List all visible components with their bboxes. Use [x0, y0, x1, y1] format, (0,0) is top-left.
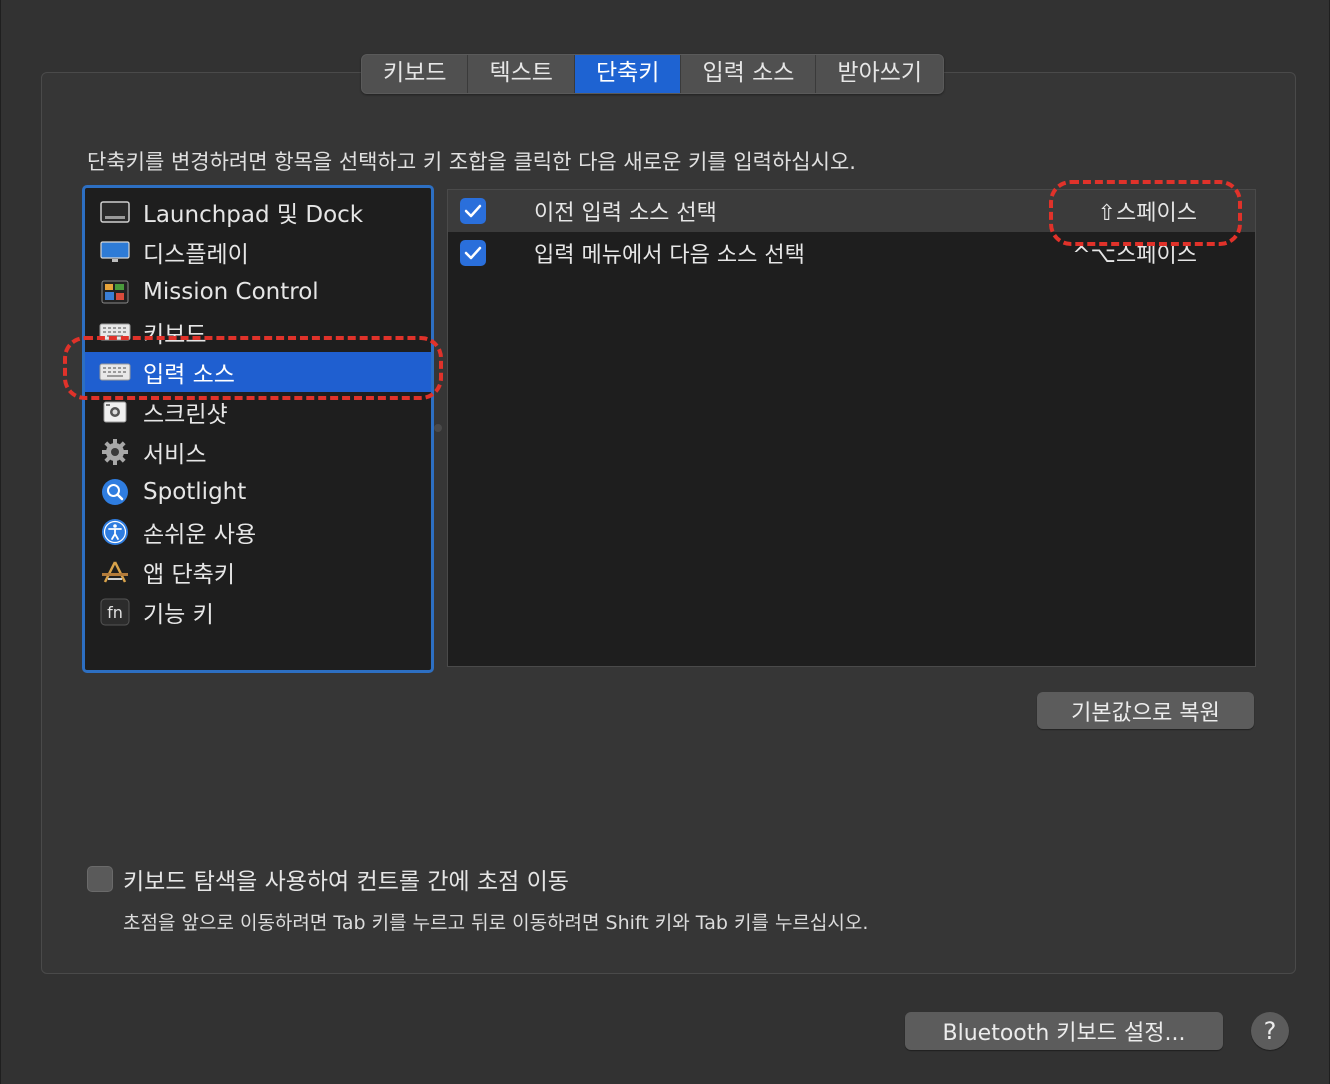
input-source-icon [99, 359, 131, 385]
screenshot-icon [99, 399, 131, 425]
help-button[interactable]: ? [1251, 1012, 1289, 1050]
restore-defaults-button[interactable]: 기본값으로 복원 [1037, 692, 1254, 729]
preferences-window: 키보드 텍스트 단축키 입력 소스 받아쓰기 단축키를 변경하려면 항목을 선택… [0, 0, 1330, 1084]
app-shortcuts-icon [99, 559, 131, 585]
launchpad-dock-icon [99, 199, 131, 225]
keyboard-icon [99, 319, 131, 345]
sidebar-item-accessibility[interactable]: 손쉬운 사용 [85, 512, 431, 552]
tab-bar: 키보드 텍스트 단축키 입력 소스 받아쓰기 [361, 54, 945, 94]
sidebar-item-spotlight[interactable]: Spotlight [85, 472, 431, 512]
sidebar-item-mission-control[interactable]: Mission Control [85, 272, 431, 312]
sidebar-item-label: 입력 소스 [143, 362, 235, 388]
sidebar-item-label: 서비스 [143, 442, 207, 468]
sidebar-item-input-sources[interactable]: 입력 소스 [85, 352, 431, 392]
sidebar-item-app-shortcuts[interactable]: 앱 단축키 [85, 552, 431, 592]
sidebar-item-label: 키보드 [143, 322, 207, 348]
sidebar-item-label: Spotlight [143, 479, 247, 505]
fn-key-icon: fn [99, 598, 131, 626]
spotlight-icon [99, 479, 131, 505]
split-view-handle[interactable] [434, 424, 442, 432]
shortcut-label: 입력 메뉴에서 다음 소스 선택 [534, 243, 805, 268]
sidebar-item-label: 앱 단축키 [143, 562, 235, 588]
shortcut-category-list[interactable]: Launchpad 및 Dock 디스플레이 Mission Control 키… [82, 185, 434, 673]
tab-keyboard[interactable]: 키보드 [362, 55, 469, 93]
shortcut-label: 이전 입력 소스 선택 [534, 201, 717, 226]
svg-text:fn: fn [107, 603, 123, 622]
shortcut-row[interactable]: 이전 입력 소스 선택 ⇧스페이스 [448, 190, 1255, 232]
shortcut-key-combo[interactable]: ^⌥스페이스 [1072, 237, 1197, 269]
sidebar-item-label: 디스플레이 [143, 242, 249, 268]
sidebar-item-display[interactable]: 디스플레이 [85, 232, 431, 272]
shortcut-enabled-checkbox[interactable] [460, 198, 486, 224]
keyboard-navigation-label: 키보드 탐색을 사용하여 컨트롤 간에 초점 이동 [123, 869, 569, 895]
shortcut-enabled-checkbox[interactable] [460, 240, 486, 266]
sidebar-item-label: 스크린샷 [143, 402, 228, 428]
sidebar-item-label: Launchpad 및 Dock [143, 202, 364, 228]
sidebar-item-screenshot[interactable]: 스크린샷 [85, 392, 431, 432]
display-icon [99, 239, 131, 265]
sidebar-item-label: Mission Control [143, 279, 319, 305]
keyboard-navigation-hint: 초점을 앞으로 이동하려면 Tab 키를 누르고 뒤로 이동하려면 Shift … [123, 912, 869, 934]
gear-icon [99, 439, 131, 465]
tab-dictation[interactable]: 받아쓰기 [816, 55, 943, 93]
sidebar-item-label: 손쉬운 사용 [143, 522, 257, 548]
tab-shortcuts[interactable]: 단축키 [574, 55, 682, 93]
accessibility-icon [99, 519, 131, 545]
sidebar-item-launchpad-dock[interactable]: Launchpad 및 Dock [85, 192, 431, 232]
keyboard-navigation-checkbox[interactable] [87, 866, 113, 892]
keyboard-navigation-option[interactable]: 키보드 탐색을 사용하여 컨트롤 간에 초점 이동 [87, 862, 569, 896]
bluetooth-keyboard-setup-button[interactable]: Bluetooth 키보드 설정... [905, 1012, 1223, 1050]
sidebar-item-services[interactable]: 서비스 [85, 432, 431, 472]
sidebar-item-function-keys[interactable]: fn 기능 키 [85, 592, 431, 632]
tab-text[interactable]: 텍스트 [468, 55, 575, 93]
instruction-text: 단축키를 변경하려면 항목을 선택하고 키 조합을 클릭한 다음 새로운 키를 … [87, 150, 856, 174]
sidebar-item-keyboard[interactable]: 키보드 [85, 312, 431, 352]
shortcut-list[interactable]: 이전 입력 소스 선택 ⇧스페이스 입력 메뉴에서 다음 소스 선택 ^⌥스페이… [447, 189, 1256, 667]
shortcut-key-combo[interactable]: ⇧스페이스 [1098, 195, 1197, 227]
shortcut-row[interactable]: 입력 메뉴에서 다음 소스 선택 ^⌥스페이스 [448, 232, 1255, 274]
tab-input-sources[interactable]: 입력 소스 [681, 55, 817, 93]
sidebar-item-label: 기능 키 [143, 602, 214, 628]
mission-control-icon [99, 279, 131, 305]
